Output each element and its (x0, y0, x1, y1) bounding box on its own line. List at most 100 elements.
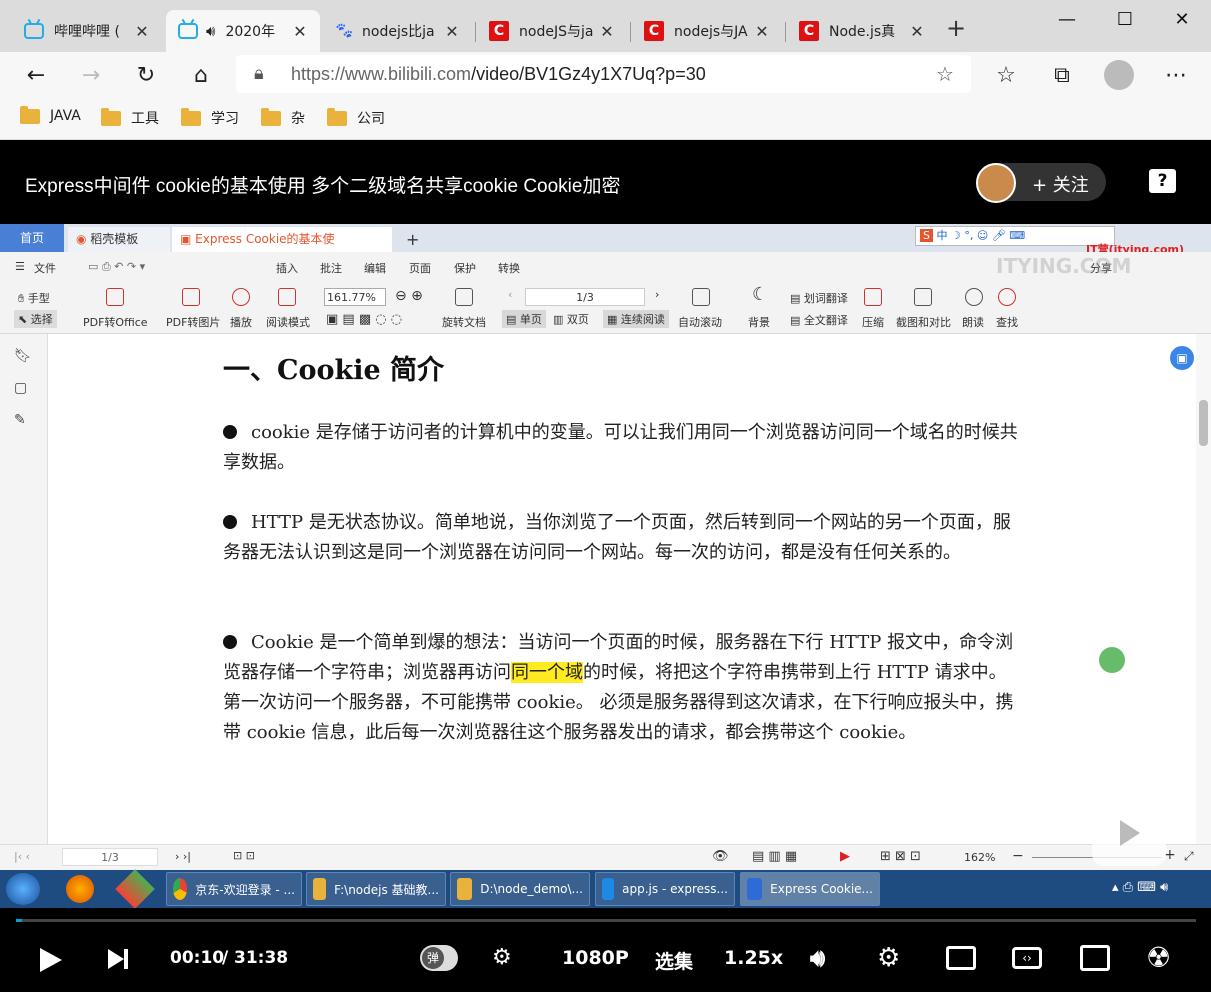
browser-tab-active[interactable]: 🔊︎ 2020年 ✕ (166, 10, 320, 52)
menu-file[interactable]: 文件 (34, 260, 56, 276)
close-icon[interactable]: ✕ (754, 22, 770, 41)
single-page-button[interactable]: ▤ 单页 (502, 310, 546, 328)
more-menu-icon[interactable]: ⋯ (1160, 60, 1192, 92)
new-tab-button[interactable]: + (946, 14, 966, 42)
next-page-icon[interactable]: › (655, 288, 659, 301)
refresh-icon[interactable]: ↻ (130, 60, 162, 92)
bookmark-folder[interactable]: 学习 (181, 107, 239, 128)
find-button[interactable]: 查找 (996, 314, 1018, 330)
minimize-icon[interactable]: — (1038, 0, 1096, 40)
browser-tab[interactable]: C nodeJS与ja ✕ (477, 10, 627, 52)
read-mode-button[interactable]: 阅读模式 (266, 314, 310, 330)
hand-tool[interactable]: ✋︎ 手型 (18, 290, 50, 306)
uploader-avatar[interactable] (976, 163, 1016, 203)
rotate-button[interactable]: 旋转文档 (442, 314, 486, 330)
bookmark-folder[interactable]: JAVA (20, 105, 81, 124)
quick-access-icons[interactable]: ▭ ⎙ ↶ ↷ ▾ (88, 260, 145, 274)
status-page-input[interactable]: 1/3 (62, 848, 158, 866)
browser-tab[interactable]: 🐾︎ nodejs比ja ✕ (322, 10, 472, 52)
speed-button[interactable]: 1.25x (724, 947, 783, 969)
progress-bar[interactable] (16, 919, 1196, 922)
taskbar-item[interactable]: 京东-欢迎登录 - ... (166, 872, 302, 906)
firefox-icon[interactable] (66, 875, 94, 903)
home-icon[interactable]: ⌂ (185, 60, 217, 92)
background-button[interactable]: 背景 (748, 314, 770, 330)
wps-tab-templates[interactable]: ◉ 稻壳模板 (68, 227, 170, 252)
pdf-to-office-button[interactable]: PDF转Office (83, 314, 148, 330)
help-icon[interactable]: ? (1149, 169, 1176, 193)
favorites-list-icon[interactable]: ☆ (990, 60, 1022, 92)
bookmark-folder[interactable]: 杂 (261, 107, 305, 128)
start-button-icon[interactable] (6, 873, 40, 905)
follow-button[interactable]: + 关注 (976, 163, 1106, 203)
zoom-select[interactable]: 161.77% (324, 288, 386, 306)
menu-convert[interactable]: 转换 (498, 260, 520, 276)
read-aloud-button[interactable]: 朗读 (962, 314, 984, 330)
menu-edit[interactable]: 编辑 (364, 260, 386, 276)
menu-annotate[interactable]: 批注 (320, 260, 342, 276)
fit-icons[interactable]: ⊞ ⊠ ⊡ (880, 849, 921, 864)
scrollbar[interactable] (1196, 334, 1211, 844)
close-icon[interactable]: ✕ (444, 22, 460, 41)
word-translate-button[interactable]: ▤ 划词翻译 (790, 290, 848, 306)
close-icon[interactable]: ✕ (292, 22, 308, 41)
favorite-star-icon[interactable]: ☆ (936, 62, 954, 86)
taskbar-item-active[interactable]: Express Cookie... (740, 872, 880, 906)
view-mode-icons[interactable]: ▤ ▥ ▦ (752, 849, 797, 864)
browser-tab[interactable]: C nodejs与JA ✕ (632, 10, 782, 52)
maximize-icon[interactable]: ☐ (1096, 0, 1154, 40)
eye-icon[interactable]: 👁︎ (712, 849, 729, 864)
close-icon[interactable]: ✕ (599, 22, 615, 41)
profile-avatar-icon[interactable] (1104, 60, 1134, 90)
system-tray-icons[interactable]: ▴ ⎙ ⌨︎ 🔊︎ (1112, 880, 1168, 895)
scrollbar-thumb[interactable] (1199, 400, 1208, 446)
bookmark-folder[interactable]: 工具 (101, 107, 159, 128)
status-zoom[interactable]: 162% (964, 851, 995, 864)
status-icons[interactable]: ⊡ ⊡ (233, 849, 255, 862)
quality-button[interactable]: 1080P (562, 947, 629, 969)
browser-tab[interactable]: 哔哩哔哩 ( ✕ (12, 10, 162, 52)
thumbnail-icon[interactable]: ▢ (14, 380, 27, 396)
danmaku-toggle[interactable]: 弹 (420, 945, 458, 971)
menu-insert[interactable]: 插入 (276, 260, 298, 276)
fullscreen-icon[interactable]: ☢︎ (1146, 941, 1171, 974)
menu-protect[interactable]: 保护 (454, 260, 476, 276)
autoscroll-button[interactable]: 自动滚动 (678, 314, 722, 330)
next-episode-icon[interactable] (108, 949, 124, 969)
fit-icons[interactable]: ▣ ▤ ▩ ◌ ◌ (326, 312, 402, 327)
wps-tab-home[interactable]: 首页 (0, 224, 65, 252)
collections-icon[interactable]: ⧉ (1046, 60, 1078, 92)
url-text[interactable]: https://www.bilibili.com/video/BV1Gz4y1X… (291, 64, 706, 85)
danmaku-settings-icon[interactable]: ⚙︎ (492, 945, 512, 970)
taskbar-item[interactable]: app.js - express... (595, 872, 735, 906)
wps-tab-pdf[interactable]: ▣ Express Cookie的基本使用.pdf✕ (172, 227, 392, 271)
zoom-out-icon[interactable]: ⊖ ⊕ (395, 288, 423, 304)
picture-in-picture-icon[interactable] (946, 946, 976, 970)
widescreen-icon[interactable]: ‹› (1012, 947, 1042, 969)
continuous-button[interactable]: ▦ 连续阅读 (603, 310, 669, 328)
floating-tool-icon[interactable]: ▣ (1170, 346, 1194, 370)
double-page-button[interactable]: ▥ 双页 (551, 310, 591, 328)
compress-button[interactable]: 压缩 (862, 314, 884, 330)
address-bar[interactable]: 🔒︎ https://www.bilibili.com/video/BV1Gz4… (236, 55, 971, 93)
prev-page-icon[interactable]: ‹ (508, 288, 512, 301)
pdf-to-image-button[interactable]: PDF转图片 (166, 314, 220, 330)
screenshot-button[interactable]: 截图和对比 (896, 314, 951, 330)
web-fullscreen-icon[interactable] (1080, 945, 1110, 971)
fullscreen-icon[interactable]: ⤢ (1184, 849, 1194, 864)
annotation-icon[interactable]: ✎ (14, 412, 26, 428)
close-icon[interactable]: ✕ (134, 22, 150, 41)
full-translate-button[interactable]: ▤ 全文翻译 (790, 312, 848, 328)
select-tool[interactable]: ⬉ 选择 (14, 310, 57, 328)
taskbar-item[interactable]: D:\node_demo\... (450, 872, 590, 906)
bookmark-folder[interactable]: 公司 (327, 107, 385, 128)
add-tab-icon[interactable]: + (398, 227, 427, 252)
taskbar-item[interactable]: F:\nodejs 基础教... (306, 872, 446, 906)
play-button[interactable] (40, 948, 62, 972)
hamburger-icon[interactable]: ☰ (15, 260, 25, 273)
zoom-out-icon[interactable]: − (1012, 848, 1024, 864)
first-page-icon[interactable]: |‹ ‹ (14, 850, 30, 863)
back-arrow-icon[interactable]: ← (20, 60, 52, 92)
forward-arrow-icon[interactable]: → (75, 60, 107, 92)
page-input[interactable]: 1/3 (525, 288, 645, 306)
